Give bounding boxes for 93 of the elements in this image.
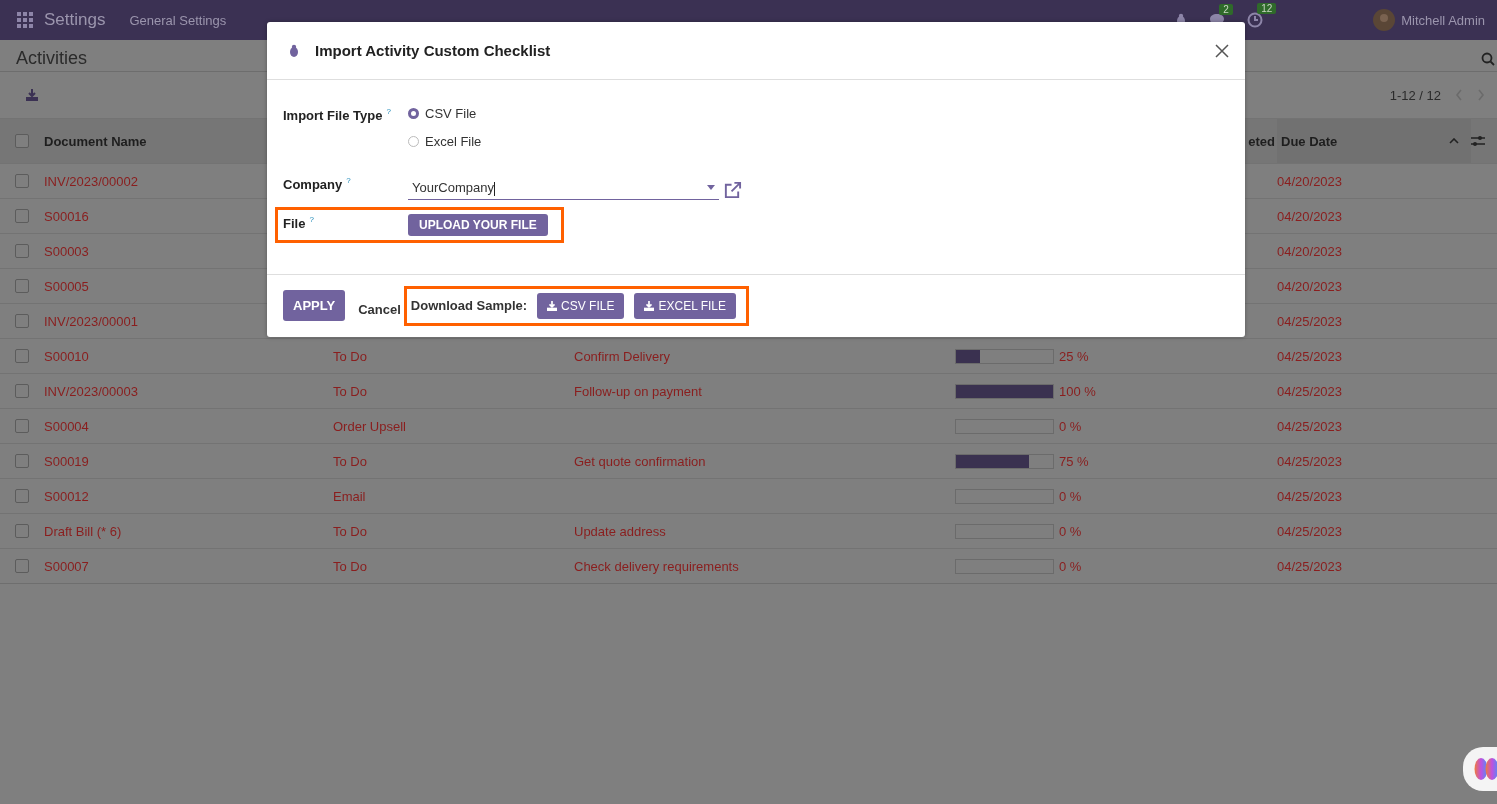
table-cell: 04/25/2023: [1277, 558, 1343, 574]
row-checkbox[interactable]: [15, 559, 29, 573]
page-title: Activities: [16, 48, 87, 69]
pager-value: 1-12 / 12: [1389, 87, 1441, 103]
table-cell: 75 %: [1059, 453, 1089, 469]
row-checkbox[interactable]: [15, 349, 29, 363]
download-sample-label: Download Sample:: [410, 298, 528, 314]
download-icon: [644, 300, 655, 311]
table-cell: To Do: [333, 383, 367, 399]
help-mark[interactable]: ?: [346, 177, 351, 185]
field-label: Import File Type: [283, 108, 383, 123]
caret-icon: [707, 185, 715, 191]
table-cell: 04/25/2023: [1277, 348, 1343, 364]
table-cell: S00005: [44, 278, 89, 294]
table-cell: S00016: [44, 208, 89, 224]
table-cell: 04/25/2023: [1277, 418, 1343, 434]
table-cell: Get quote confirmation: [574, 453, 706, 469]
table-cell: S00003: [44, 243, 89, 259]
table-cell: 04/20/2023: [1277, 173, 1343, 189]
table-cell: 04/25/2023: [1277, 453, 1343, 469]
column-settings-icon[interactable]: [1471, 135, 1485, 147]
table-cell: INV/2023/00003: [44, 383, 138, 399]
table-cell: S00004: [44, 418, 89, 434]
app-name[interactable]: Settings: [44, 10, 106, 30]
help-mark[interactable]: ?: [309, 215, 314, 224]
table-cell: INV/2023/00001: [44, 313, 138, 329]
field-label: File: [283, 215, 306, 231]
apps-grid-icon[interactable]: [17, 12, 33, 28]
table-cell: Update address: [574, 523, 666, 539]
table-cell: Confirm Delivery: [574, 348, 671, 364]
select-all-checkbox[interactable]: [15, 134, 29, 148]
external-link-icon[interactable]: [723, 180, 742, 200]
table-cell: To Do: [333, 453, 367, 469]
table-cell: S00012: [44, 488, 89, 504]
row-checkbox[interactable]: [15, 244, 29, 258]
table-cell: 04/20/2023: [1277, 243, 1343, 259]
radio-label[interactable]: CSV File: [425, 106, 477, 121]
table-cell: Email: [333, 488, 366, 504]
table-cell: To Do: [333, 558, 367, 574]
cancel-button[interactable]: Cancel: [358, 302, 401, 318]
upload-button[interactable]: UPLOAD YOUR FILE: [408, 213, 548, 236]
table-cell: 04/25/2023: [1277, 488, 1343, 504]
download-button[interactable]: CSV FILE: [537, 292, 625, 319]
row-checkbox[interactable]: [15, 419, 29, 433]
radio-label[interactable]: Excel File: [425, 134, 482, 149]
table-cell: To Do: [333, 348, 367, 364]
dialog-title: Import Activity Custom Checklist: [315, 42, 551, 59]
row-checkbox[interactable]: [15, 384, 29, 398]
search-icon[interactable]: [1481, 51, 1495, 66]
activity-count-badge: 12: [1257, 3, 1277, 14]
avatar-icon[interactable]: [1373, 9, 1396, 31]
close-icon[interactable]: [1215, 43, 1229, 58]
table-cell: S00019: [44, 453, 89, 469]
chat-count-badge: 2: [1219, 4, 1233, 15]
row-checkbox[interactable]: [15, 524, 29, 538]
table-cell: Order Upsell: [333, 418, 406, 434]
column-header[interactable]: Due Date: [1277, 119, 1471, 163]
table-cell: 0 %: [1059, 523, 1082, 539]
user-name[interactable]: Mitchell Admin: [1401, 12, 1485, 28]
table-cell: 25 %: [1059, 348, 1089, 364]
row-checkbox[interactable]: [15, 209, 29, 223]
table-cell: 0 %: [1059, 558, 1082, 574]
table-cell: 04/20/2023: [1277, 278, 1343, 294]
help-mark[interactable]: ?: [386, 108, 391, 116]
table-cell: 04/25/2023: [1277, 313, 1343, 329]
table-cell: To Do: [333, 523, 367, 539]
row-checkbox[interactable]: [15, 279, 29, 293]
brain-icon: [1473, 757, 1497, 781]
download-icon: [547, 300, 558, 311]
table-cell: Check delivery requirements: [574, 558, 739, 574]
table-cell: Draft Bill (* 6): [44, 523, 122, 539]
field-label: Company: [283, 177, 343, 192]
row-checkbox[interactable]: [15, 489, 29, 503]
radio-button[interactable]: [408, 108, 419, 119]
table-cell: INV/2023/00002: [44, 173, 138, 189]
table-cell: 100 %: [1059, 383, 1096, 399]
table-cell: 0 %: [1059, 418, 1082, 434]
apply-button[interactable]: APPLY: [283, 290, 346, 322]
table-cell: S00007: [44, 558, 89, 574]
table-cell: 04/25/2023: [1277, 383, 1343, 399]
row-checkbox[interactable]: [15, 314, 29, 328]
table-cell: Follow-up on payment: [574, 383, 702, 399]
table-cell: 04/20/2023: [1277, 208, 1343, 224]
table-cell: 04/25/2023: [1277, 523, 1343, 539]
table-cell: S00010: [44, 348, 89, 364]
row-checkbox[interactable]: [15, 454, 29, 468]
menu-item[interactable]: General Settings: [129, 12, 227, 28]
row-checkbox[interactable]: [15, 174, 29, 188]
clock-icon[interactable]: [1247, 12, 1264, 28]
download-button[interactable]: EXCEL FILE: [634, 292, 737, 319]
company-select[interactable]: YourCompany: [408, 177, 719, 200]
download-icon[interactable]: [26, 89, 38, 101]
table-cell: 0 %: [1059, 488, 1082, 504]
